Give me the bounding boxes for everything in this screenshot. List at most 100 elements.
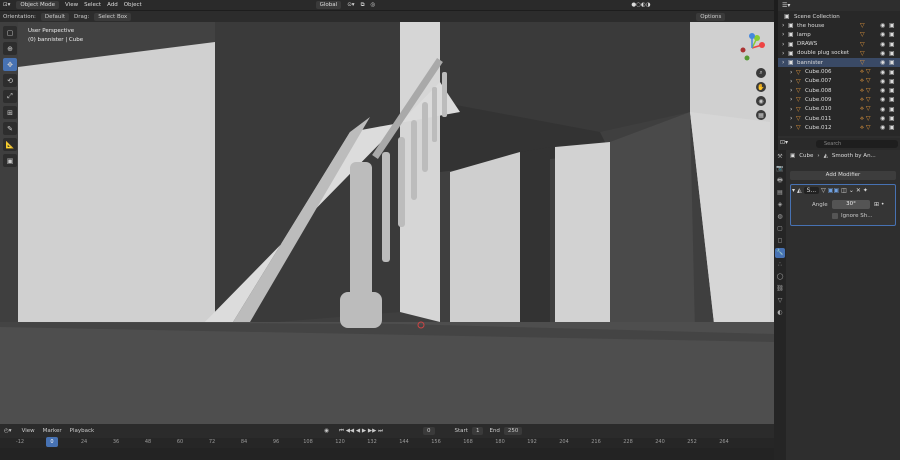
3d-viewport[interactable] (0, 22, 774, 424)
properties-editor-icon[interactable]: ⊡▾ (780, 139, 788, 146)
snap-icon[interactable]: ⧉ (361, 2, 365, 9)
ignore-sharp-checkbox[interactable] (832, 213, 838, 219)
transform-icon[interactable]: ⊞ (3, 106, 17, 119)
cursor-icon[interactable]: ⊕ (3, 42, 17, 55)
expand-icon[interactable]: › (790, 78, 792, 85)
camera-icon[interactable]: ▣ (889, 69, 895, 76)
properties-search[interactable]: Search (816, 140, 898, 148)
expand-icon[interactable]: › (790, 69, 792, 76)
zoom-icon[interactable]: ⌕ (756, 68, 766, 78)
tool-tab-icon[interactable]: ⚒ (775, 152, 785, 162)
visibility-icon[interactable]: ◉ (880, 115, 885, 122)
visibility-icon[interactable]: ◉ (880, 96, 885, 103)
camera-icon[interactable]: ▣ (889, 115, 895, 122)
visibility-icon[interactable]: ◉ (880, 41, 885, 48)
expand-icon[interactable]: › (790, 96, 792, 103)
outliner-row[interactable]: › ▣ lamp ▽ ◉ ▣ (778, 30, 900, 39)
outliner-row[interactable]: › ▽ Cube.010 ⟡ ▽ ◉ ▣ (778, 105, 900, 114)
outliner-row[interactable]: › ▣ the house ▽ ◉ ▣ (778, 21, 900, 30)
outliner-row[interactable]: › ▽ Cube.012 ⟡ ▽ ◉ ▣ (778, 123, 900, 132)
visibility-icon[interactable]: ◉ (880, 69, 885, 76)
move-icon[interactable]: ✥ (3, 58, 17, 71)
delete-icon[interactable]: ✕ (856, 187, 861, 194)
end-field[interactable]: 250 (503, 427, 523, 435)
menu-add[interactable]: Add (107, 2, 118, 8)
clock-icon[interactable]: ◴▾ (4, 428, 12, 434)
camera-icon[interactable]: ▣ (889, 50, 895, 57)
outliner-row[interactable]: › ▣ DRAWS ▽ ◉ ▣ (778, 40, 900, 49)
playhead[interactable]: 0 (46, 437, 58, 447)
viewport-shading-icon[interactable]: ●○◐◑ (631, 2, 650, 8)
scale-icon[interactable]: ⤢ (3, 90, 17, 103)
visibility-icon[interactable]: ◉ (880, 59, 885, 66)
playback-controls-icon[interactable]: ⏮ ◀◀ ◀ ▶ ▶▶ ⏭ (339, 428, 383, 435)
angle-field[interactable]: 30° (832, 200, 870, 209)
modifier-name-field[interactable]: S... (803, 187, 820, 194)
options-dropdown[interactable]: Options (696, 12, 726, 21)
physics-tab-icon[interactable]: ◯ (775, 272, 785, 282)
expand-icon[interactable]: › (790, 106, 792, 113)
material-tab-icon[interactable]: ◐ (775, 308, 785, 318)
rotate-icon[interactable]: ⟲ (3, 74, 17, 87)
collection-tab-icon[interactable]: ▢ (775, 224, 785, 234)
outliner-row[interactable]: › ▽ Cube.009 ⟡ ▽ ◉ ▣ (778, 95, 900, 104)
pivot-icon[interactable]: ⊙▾ (347, 2, 354, 8)
annotate-icon[interactable]: ✎ (3, 122, 17, 135)
expand-icon[interactable]: › (782, 50, 784, 57)
expand-icon[interactable]: › (782, 59, 784, 66)
outliner-editor-icon[interactable]: ☰▾ (782, 2, 790, 9)
visibility-icon[interactable]: ◉ (880, 124, 885, 131)
autokey-icon[interactable]: ◉ (324, 428, 329, 434)
scene-tab-icon[interactable]: ◈ (775, 200, 785, 210)
view-layer-tab-icon[interactable]: ▤ (775, 188, 785, 198)
navigation-gizmo[interactable] (737, 33, 767, 63)
camera-icon[interactable]: ▣ (889, 96, 895, 103)
visibility-icon[interactable]: ◉ (880, 78, 885, 85)
visibility-icon[interactable]: ◉ (880, 22, 885, 29)
expand-icon[interactable]: › (790, 87, 792, 94)
constraints-tab-icon[interactable]: ⛓ (775, 284, 785, 294)
collapse-icon[interactable]: ▾ (792, 187, 795, 194)
timeline-view-menu[interactable]: View (22, 428, 35, 434)
outliner-row[interactable]: › ▣ bannister ▽ ◉ ▣ (778, 58, 900, 68)
world-tab-icon[interactable]: ◍ (775, 212, 785, 222)
pan-hand-icon[interactable]: ✋ (756, 82, 766, 92)
expand-icon[interactable]: › (782, 22, 784, 29)
camera-icon[interactable]: ▣ (889, 124, 895, 131)
dropdown-icon[interactable]: ⌄ (849, 187, 854, 194)
drag-dropdown[interactable]: Select Box (94, 12, 132, 21)
outliner-row[interactable]: › ▽ Cube.011 ⟡ ▽ ◉ ▣ (778, 114, 900, 123)
outliner-row[interactable]: › ▣ double plug socket ▽ ◉ ▣ (778, 49, 900, 58)
mode-dropdown[interactable]: Object Mode (16, 1, 60, 9)
camera-icon[interactable]: ▣ (889, 22, 895, 29)
proportional-icon[interactable]: ◎ (371, 2, 376, 8)
render-tab-icon[interactable]: 📷 (775, 164, 785, 174)
expand-icon[interactable]: › (790, 124, 792, 131)
select-box-icon[interactable]: ▢ (3, 26, 17, 39)
grid-icon[interactable]: ▦ (756, 110, 766, 120)
timeline-body[interactable] (0, 448, 774, 460)
camera-icon[interactable]: ▣ (889, 87, 895, 94)
output-tab-icon[interactable]: 🖶 (775, 176, 785, 186)
current-frame-field[interactable]: 0 (423, 427, 435, 435)
expand-icon[interactable]: › (782, 41, 784, 48)
ignore-sharp-row[interactable]: Ignore Sh... (832, 213, 872, 219)
outliner-row[interactable]: › ▽ Cube.008 ⟡ ▽ ◉ ▣ (778, 86, 900, 95)
orientation-dropdown[interactable]: Default (40, 12, 70, 21)
visibility-icon[interactable]: ◉ (880, 106, 885, 113)
scene-collection-row[interactable]: ▣ Scene Collection (778, 12, 900, 21)
keyframe-icon[interactable]: ⊞ • (874, 201, 884, 208)
menu-select[interactable]: Select (84, 2, 101, 8)
camera-icon[interactable]: ▣ (889, 41, 895, 48)
visibility-icon[interactable]: ◉ (880, 31, 885, 38)
render-icon[interactable]: ◫ (841, 187, 847, 194)
outliner-row[interactable]: › ▽ Cube.007 ⟡ ▽ ◉ ▣ (778, 77, 900, 86)
menu-object[interactable]: Object (124, 2, 142, 8)
visibility-icon[interactable]: ◉ (880, 87, 885, 94)
transform-space-dropdown[interactable]: Global (315, 1, 342, 9)
camera-icon[interactable]: ▣ (889, 78, 895, 85)
particles-tab-icon[interactable]: ∴ (775, 260, 785, 270)
modifier-tab-icon[interactable]: 🔧 (775, 248, 785, 258)
camera-icon[interactable]: ▣ (889, 106, 895, 113)
object-tab-icon[interactable]: ◻ (775, 236, 785, 246)
